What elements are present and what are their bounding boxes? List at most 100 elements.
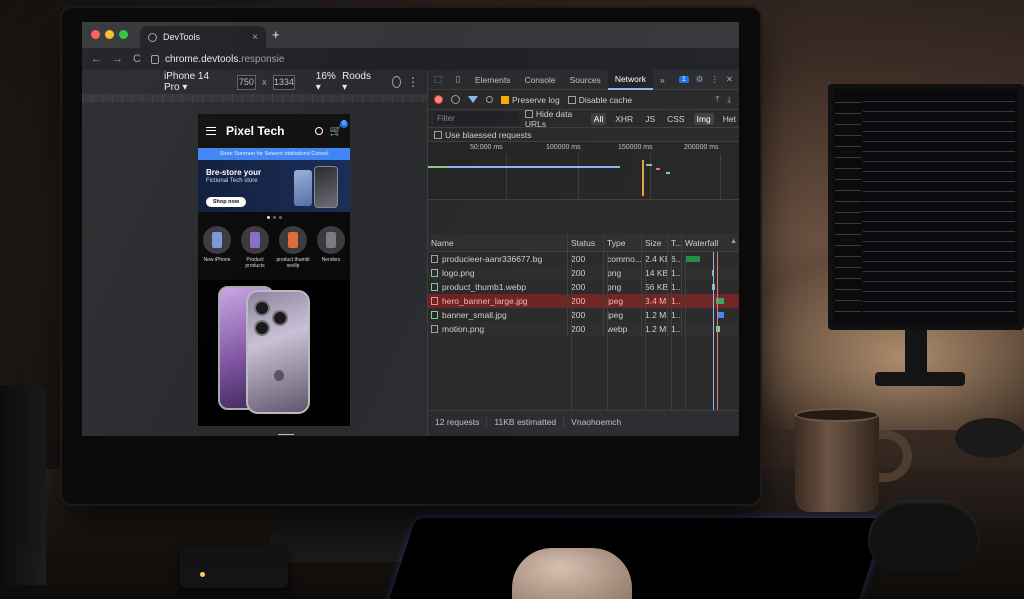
settings-icon[interactable]: ⚙ <box>696 74 704 85</box>
type-filter-img[interactable]: Img <box>693 112 714 125</box>
timeline-tick: 50:000 ms <box>470 144 503 151</box>
table-row[interactable]: logo.png 200 png 14 KB 1... <box>428 266 739 280</box>
back-icon[interactable]: ← <box>91 53 102 65</box>
forward-icon[interactable]: → <box>112 53 123 65</box>
tab-sources[interactable]: Sources <box>563 70 608 90</box>
clear-icon[interactable] <box>451 95 460 104</box>
url-input[interactable]: chrome.devtools. responsie <box>150 51 729 67</box>
new-tab-button[interactable]: + <box>272 28 280 41</box>
tab-close-icon[interactable]: × <box>252 32 258 43</box>
column-status[interactable]: Status <box>568 234 604 251</box>
device-toggle-icon[interactable]: ▯ <box>448 70 468 90</box>
close-window-button[interactable] <box>91 30 100 39</box>
product-showcase-image <box>198 280 350 416</box>
request-name: logo.png <box>442 268 475 278</box>
waterfall-bar <box>686 256 700 262</box>
cell-status: 200 <box>568 294 604 308</box>
type-filter-all[interactable]: All <box>590 112 607 125</box>
column-time[interactable]: T... <box>668 234 682 251</box>
type-filter-js[interactable]: JS <box>642 113 658 125</box>
reload-icon[interactable]: C <box>133 53 141 65</box>
request-name: banner_small.jpg <box>442 310 507 320</box>
viewport-resize-handle[interactable] <box>278 434 294 436</box>
table-row[interactable]: motion.png200webp1.2 MB1... <box>428 322 739 336</box>
width-input[interactable]: 750 <box>236 74 257 90</box>
carousel-dots[interactable] <box>198 212 350 222</box>
type-filter-css[interactable]: CSS <box>664 113 687 125</box>
carousel-dot[interactable] <box>272 215 276 219</box>
maximize-window-button[interactable] <box>119 30 128 39</box>
disable-cache-checkbox[interactable]: Disable cache <box>567 95 632 105</box>
category-row: New iPhone Product products product thum… <box>198 222 350 280</box>
category-item[interactable]: product thumbl sevllp <box>276 226 310 280</box>
tab-console[interactable]: Console <box>517 70 562 90</box>
upload-icon[interactable]: ⤒ <box>715 94 719 105</box>
table-row[interactable]: hero_banner_large.jpg200jpeg3.4 MB1... <box>428 294 739 308</box>
cart-icon[interactable]: 🛒 0 <box>330 119 348 137</box>
timeline-tick: 100000 ms <box>546 144 581 151</box>
inspect-icon[interactable]: ⬚ <box>428 70 448 90</box>
download-icon[interactable]: ⤓ <box>727 94 731 105</box>
hide-data-urls-checkbox[interactable]: Hide data URLs <box>524 109 585 129</box>
category-swatch <box>326 232 336 248</box>
height-input[interactable]: 1334 <box>272 74 296 90</box>
category-item[interactable]: Nendsrs <box>314 226 348 280</box>
promo-banner[interactable]: Store Sorenen for Sewent tobilndond Cons… <box>198 148 350 160</box>
search-icon[interactable] <box>486 96 493 103</box>
column-size[interactable]: Size <box>642 234 668 251</box>
issues-badge[interactable]: 1 <box>678 76 689 83</box>
device-toolbar: iPhone 14 Pro ▾ 750 x 1334 16% ▾ Roods ▾… <box>82 70 427 94</box>
category-item[interactable]: Product products <box>238 226 272 280</box>
timeline-tick: 200000 ms <box>684 144 719 151</box>
more-options-icon[interactable]: ⋮ <box>710 74 719 85</box>
cell-name: product_thumb1.webp <box>428 280 568 294</box>
network-overview[interactable]: 50:000 ms 100000 ms 150000 ms 200000 ms <box>428 142 739 200</box>
carousel-dot[interactable] <box>278 215 282 219</box>
category-item[interactable]: New iPhone <box>200 226 234 280</box>
table-header: Name Status Type Size T... Waterfall <box>428 234 739 252</box>
column-divider <box>685 252 686 410</box>
carousel-dot[interactable] <box>266 215 270 219</box>
filter-input[interactable]: Filter <box>434 112 519 125</box>
table-row[interactable]: producieer-aanr336677.bg 200 commo... 2.4 K… <box>428 252 739 266</box>
grid-line <box>506 154 507 199</box>
more-tabs-icon[interactable]: » <box>653 70 672 90</box>
blocked-requests-checkbox[interactable]: Use blaessed requests <box>428 128 739 142</box>
tab-elements[interactable]: Elements <box>468 70 517 90</box>
zoom-select[interactable]: 16% ▾ <box>316 71 336 93</box>
tab-network[interactable]: Network <box>607 69 653 90</box>
menu-icon[interactable] <box>206 127 216 135</box>
minimize-window-button[interactable] <box>105 30 114 39</box>
type-filter-xhr[interactable]: XHR <box>612 113 636 125</box>
device-select[interactable]: iPhone 14 Pro ▾ <box>164 71 216 93</box>
category-label: product thumbl sevllp <box>276 257 310 269</box>
image-file-icon <box>431 269 438 277</box>
timeline-bar <box>646 164 652 166</box>
table-row[interactable]: product_thumb1.webp 200 png 56 KB 1... <box>428 280 739 294</box>
table-row[interactable]: banner_small.jpg200jpeg1.2 MB1... <box>428 308 739 322</box>
preserve-log-checkbox[interactable]: Preserve log <box>501 95 560 105</box>
hero-banner: Bre-store your Fictional Tech store Shop… <box>198 160 350 212</box>
more-options-icon[interactable]: ⋮ <box>407 75 419 89</box>
blocked-requests-label: Use blaessed requests <box>445 129 532 140</box>
shop-now-button[interactable]: Shop now <box>206 197 246 207</box>
type-filter-het[interactable]: Het <box>720 113 739 125</box>
cell-waterfall <box>682 308 739 322</box>
column-name[interactable]: Name <box>428 234 568 251</box>
globe-icon <box>148 32 157 42</box>
category-label: Product products <box>245 257 265 269</box>
throttle-select[interactable]: Roods ▾ <box>342 71 371 93</box>
record-icon[interactable] <box>434 95 443 104</box>
site-brand[interactable]: Pixel Tech <box>226 124 284 138</box>
request-name: product_thumb1.webp <box>442 282 527 292</box>
sort-caret-icon[interactable]: ▲ <box>730 238 737 245</box>
rotate-icon[interactable] <box>391 76 401 88</box>
close-icon[interactable]: ✕ <box>726 74 733 85</box>
column-divider <box>571 252 572 410</box>
column-type[interactable]: Type <box>604 234 642 251</box>
search-icon[interactable] <box>314 127 323 135</box>
devtools-panel: ⬚ ▯ Elements Console Sources Network » 1… <box>427 69 739 436</box>
timeline-bar <box>666 172 670 174</box>
tab-devtools[interactable]: DevTools × <box>140 26 266 48</box>
filter-icon[interactable] <box>468 96 478 103</box>
